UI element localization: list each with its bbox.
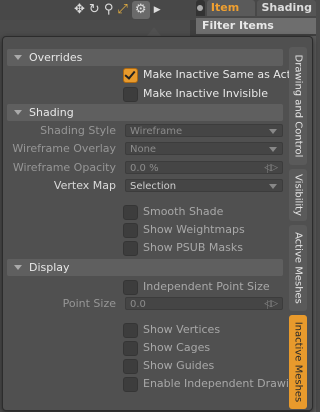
wireframe-opacity-label: Wireframe Opacity [12,161,116,174]
make-inactive-same-checkbox[interactable] [123,68,138,83]
show-cages-label: Show Cages [143,341,211,354]
chevron-down-icon [269,184,277,189]
make-inactive-invisible-label: Make Inactive Invisible [143,87,268,100]
wireframe-overlay-dropdown[interactable]: None [125,142,283,155]
independent-point-size-checkbox[interactable] [123,280,138,295]
side-tab-drawing-and-control[interactable]: Drawing and Control [289,47,307,165]
zoom-icon[interactable]: ⚲ [104,1,114,19]
viewport-options-popup: Overrides Make Inactive Same as Active M… [2,36,313,411]
wireframe-opacity-value: 0.0 % [130,163,159,174]
section-display[interactable]: Display [7,259,283,276]
independent-point-size-label: Independent Point Size [143,280,270,293]
slider-handle-icon[interactable]: ◁▷ [264,163,278,174]
shading-style-value: Wireframe [130,126,183,137]
side-tab-visibility[interactable]: Visibility [289,169,307,221]
fit-icon[interactable]: ⤢ [117,1,127,19]
show-vertices-checkbox[interactable] [123,323,138,338]
wireframe-overlay-label: Wireframe Overlay [12,142,116,155]
vertex-map-value: Selection [130,181,177,192]
section-shading[interactable]: Shading [7,104,283,121]
gear-icon[interactable]: ⚙ [131,1,150,19]
show-weightmaps-checkbox[interactable] [123,223,138,238]
side-tab-inactive-meshes[interactable]: Inactive Meshes [289,315,307,409]
filter-items-bar[interactable]: Filter Items [196,18,316,34]
rotate-icon[interactable]: ↻ [89,1,100,19]
point-size-label: Point Size [62,297,116,310]
show-psub-masks-checkbox[interactable] [123,241,138,256]
vertex-map-label: Vertex Map [53,179,116,192]
side-tab-active-meshes[interactable]: Active Meshes [289,225,307,311]
panel-tabs: Item List Shading [196,0,316,30]
enable-independent-drawing-checkbox[interactable] [123,377,138,392]
shading-style-label: Shading Style [40,124,116,137]
toolbar-icons: ✥ ↻ ⚲ ⤢ ⚙ ▶ [74,1,161,19]
side-tab-label: Inactive Meshes [292,321,304,403]
chevron-down-icon [269,147,277,152]
show-weightmaps-label: Show Weightmaps [143,223,245,236]
tab-item-list[interactable]: Item List [206,0,256,30]
move-icon[interactable]: ✥ [74,1,85,19]
section-title: Overrides [29,51,83,64]
vertex-map-dropdown[interactable]: Selection [125,179,283,192]
side-tab-label: Active Meshes [292,232,304,304]
point-size-field[interactable]: 0.0 ◁▷ [125,297,283,310]
smooth-shade-checkbox[interactable] [123,205,138,220]
show-guides-checkbox[interactable] [123,359,138,374]
smooth-shade-label: Smooth Shade [143,205,224,218]
side-tab-strip: Drawing and Control Visibility Active Me… [289,47,307,409]
section-title: Shading [29,106,74,119]
show-psub-masks-label: Show PSUB Masks [143,241,243,254]
show-guides-label: Show Guides [143,359,215,372]
tab-menu-icon[interactable] [196,0,205,16]
side-tab-label: Visibility [292,174,304,216]
make-inactive-invisible-checkbox[interactable] [123,87,138,102]
play-icon[interactable]: ▶ [154,1,161,19]
tab-shading[interactable]: Shading [257,0,316,16]
wireframe-overlay-value: None [130,144,157,155]
wireframe-opacity-field[interactable]: 0.0 % ◁▷ [125,161,283,174]
enable-independent-drawing-label: Enable Independent Drawing [143,377,303,390]
shading-style-dropdown[interactable]: Wireframe [125,124,283,137]
collapse-triangle-icon [14,265,22,270]
section-overrides[interactable]: Overrides [7,49,283,66]
slider-handle-icon[interactable]: ◁▷ [264,299,278,310]
side-tab-label: Drawing and Control [292,54,304,158]
collapse-triangle-icon [14,110,22,115]
make-inactive-same-label: Make Inactive Same as Active [143,68,308,81]
point-size-value: 0.0 [130,299,146,310]
section-title: Display [29,261,70,274]
collapse-triangle-icon [14,55,22,60]
show-vertices-label: Show Vertices [143,323,221,336]
show-cages-checkbox[interactable] [123,341,138,356]
chevron-down-icon [269,129,277,134]
